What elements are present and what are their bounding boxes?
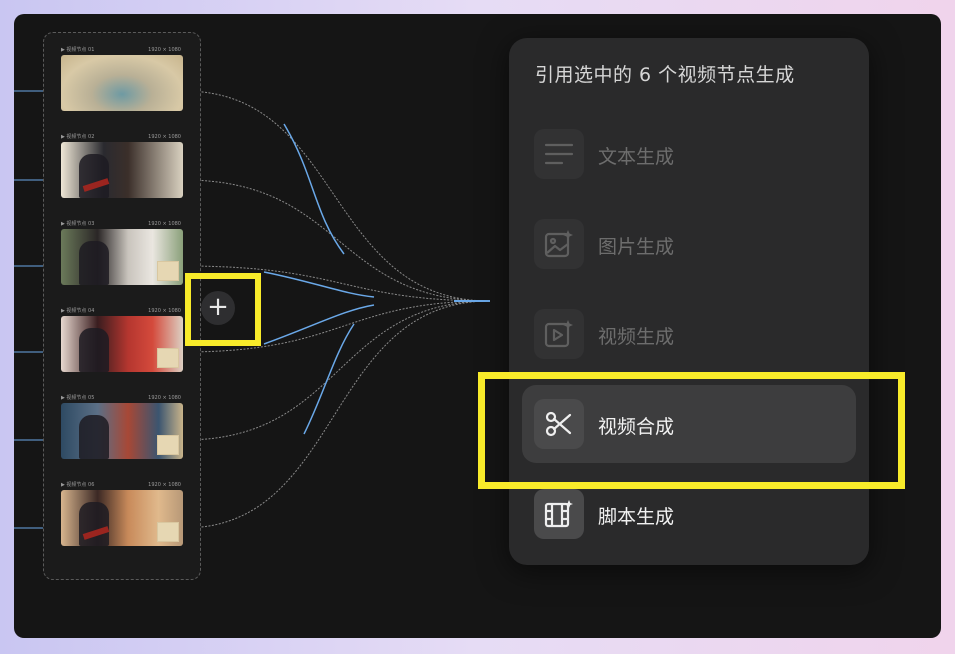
- video-thumbnail[interactable]: [61, 316, 183, 372]
- node-title: ▶ 视频节点 06: [61, 482, 95, 488]
- video-node-4[interactable]: ▶ 视频节点 04 1920 × 1080: [58, 306, 184, 380]
- menu-item-image-generate[interactable]: 图片生成: [522, 205, 856, 283]
- menu-item-label: 文本生成: [598, 146, 675, 168]
- node-title: ▶ 视频节点 03: [61, 221, 95, 227]
- video-thumbnail[interactable]: [61, 229, 183, 285]
- video-node-6[interactable]: ▶ 视频节点 06 1920 × 1080: [58, 480, 184, 554]
- text-lines-icon: [534, 129, 584, 179]
- node-title: ▶ 视频节点 04: [61, 308, 95, 314]
- video-node-3[interactable]: ▶ 视频节点 03 1920 × 1080: [58, 219, 184, 293]
- node-resolution: 1920 × 1080: [148, 308, 181, 314]
- menu-item-text-generate[interactable]: 文本生成: [522, 115, 856, 193]
- menu-item-label: 脚本生成: [598, 506, 675, 528]
- node-resolution: 1920 × 1080: [148, 482, 181, 488]
- video-thumbnail[interactable]: [61, 403, 183, 459]
- output-wire-1: [183, 90, 491, 302]
- node-resolution: 1920 × 1080: [148, 395, 181, 401]
- node-title: ▶ 视频节点 02: [61, 134, 95, 140]
- video-node-1[interactable]: ▶ 视频节点 01 1920 × 1080: [58, 45, 184, 119]
- video-node-group[interactable]: ▶ 视频节点 01 1920 × 1080 ▶ 视频节点 02 1920 × 1…: [43, 32, 201, 580]
- video-thumbnail[interactable]: [61, 55, 183, 111]
- highlight-box-add-button: [185, 273, 261, 346]
- node-title: ▶ 视频节点 05: [61, 395, 95, 401]
- video-thumbnail[interactable]: [61, 142, 183, 198]
- workflow-canvas[interactable]: ▶ 视频节点 01 1920 × 1080 ▶ 视频节点 02 1920 × 1…: [14, 14, 941, 638]
- video-sparkle-icon: [534, 309, 584, 359]
- video-thumbnail[interactable]: [61, 490, 183, 546]
- node-title: ▶ 视频节点 01: [61, 47, 95, 53]
- menu-title: 引用选中的 6 个视频节点生成: [535, 64, 795, 86]
- node-resolution: 1920 × 1080: [148, 221, 181, 227]
- highlight-box-video-compose: [478, 372, 905, 489]
- node-resolution: 1920 × 1080: [148, 47, 181, 53]
- menu-item-video-generate[interactable]: 视频生成: [522, 295, 856, 373]
- menu-item-label: 图片生成: [598, 236, 675, 258]
- image-sparkle-icon: [534, 219, 584, 269]
- film-script-icon: [534, 489, 584, 539]
- video-node-5[interactable]: ▶ 视频节点 05 1920 × 1080: [58, 393, 184, 467]
- menu-item-label: 视频生成: [598, 326, 675, 348]
- node-resolution: 1920 × 1080: [148, 134, 181, 140]
- video-node-2[interactable]: ▶ 视频节点 02 1920 × 1080: [58, 132, 184, 206]
